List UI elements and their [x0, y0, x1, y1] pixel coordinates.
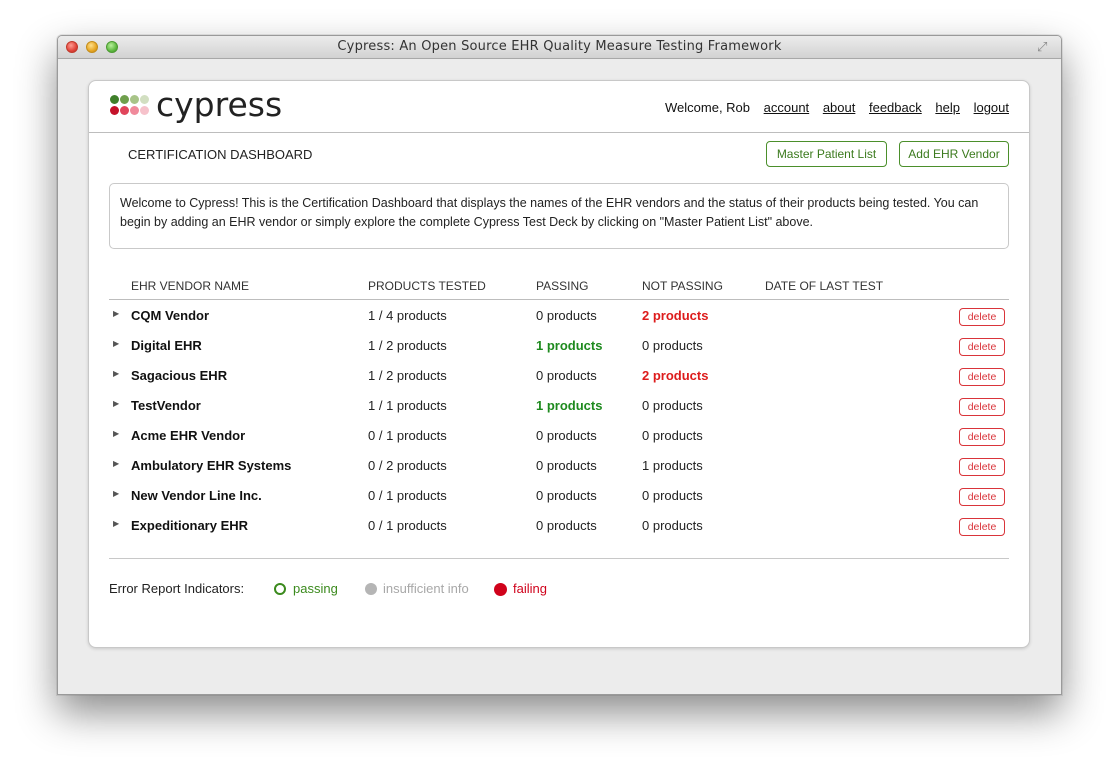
expand-row-icon[interactable]: ▶ — [113, 369, 119, 378]
page-title: CERTIFICATION DASHBOARD — [128, 147, 313, 162]
col-passing: PASSING — [536, 279, 589, 293]
table-row[interactable]: ▶ CQM Vendor 1 / 4 products 0 products 2 pro… — [109, 300, 1009, 330]
page-card: cypress Welcome, Rob account about feedb… — [88, 80, 1030, 648]
delete-vendor-button[interactable]: delete — [959, 428, 1005, 446]
not-passing-count: 0 products — [642, 338, 703, 353]
section-divider — [109, 558, 1009, 559]
col-products-tested: PRODUCTS TESTED — [368, 279, 486, 293]
table-row[interactable]: ▶ New Vendor Line Inc. 0 / 1 products 0 pro… — [109, 480, 1009, 510]
products-tested: 1 / 4 products — [368, 308, 447, 323]
passing-count: 0 products — [536, 368, 597, 383]
nav-help[interactable]: help — [935, 100, 960, 115]
not-passing-count: 0 products — [642, 518, 703, 533]
window-titlebar: Cypress: An Open Source EHR Quality Meas… — [58, 36, 1061, 59]
legend-passing: passing — [293, 581, 338, 596]
add-ehr-vendor-button[interactable]: Add EHR Vendor — [899, 141, 1009, 167]
products-tested: 1 / 2 products — [368, 338, 447, 353]
passing-indicator-icon — [274, 583, 286, 595]
delete-vendor-button[interactable]: delete — [959, 368, 1005, 386]
window-title: Cypress: An Open Source EHR Quality Meas… — [337, 39, 782, 54]
expand-row-icon[interactable]: ▶ — [113, 309, 119, 318]
vendor-table: EHR VENDOR NAME PRODUCTS TESTED PASSING … — [109, 277, 1009, 540]
nav-account[interactable]: account — [764, 100, 810, 115]
vendor-name[interactable]: CQM Vendor — [131, 308, 209, 323]
welcome-text: Welcome, Rob — [665, 100, 751, 115]
products-tested: 1 / 1 products — [368, 398, 447, 413]
table-row[interactable]: ▶ Ambulatory EHR Systems 0 / 2 products 0 p… — [109, 450, 1009, 480]
delete-vendor-button[interactable]: delete — [959, 398, 1005, 416]
products-tested: 0 / 2 products — [368, 458, 447, 473]
products-tested: 0 / 1 products — [368, 488, 447, 503]
delete-vendor-button[interactable]: delete — [959, 458, 1005, 476]
vendor-name[interactable]: Sagacious EHR — [131, 368, 227, 383]
table-row[interactable]: ▶ Expeditionary EHR 0 / 1 products 0 produc… — [109, 510, 1009, 540]
not-passing-count: 1 products — [642, 458, 703, 473]
nav-about[interactable]: about — [823, 100, 856, 115]
passing-count: 0 products — [536, 428, 597, 443]
not-passing-count: 2 products — [642, 368, 709, 383]
nav-logout[interactable]: logout — [974, 100, 1009, 115]
table-row[interactable]: ▶ Sagacious EHR 1 / 2 products 0 products 2 … — [109, 360, 1009, 390]
table-body: ▶ CQM Vendor 1 / 4 products 0 products 2 pro… — [109, 300, 1009, 540]
table-row[interactable]: ▶ Digital EHR 1 / 2 products 1 products 0 pr… — [109, 330, 1009, 360]
expand-row-icon[interactable]: ▶ — [113, 459, 119, 468]
delete-vendor-button[interactable]: delete — [959, 308, 1005, 326]
not-passing-count: 0 products — [642, 398, 703, 413]
fullscreen-icon[interactable]: ⤢ — [1037, 40, 1051, 54]
vendor-name[interactable]: New Vendor Line Inc. — [131, 488, 262, 503]
passing-count: 0 products — [536, 308, 597, 323]
not-passing-count: 0 products — [642, 428, 703, 443]
logo-text: cypress — [156, 85, 283, 124]
products-tested: 1 / 2 products — [368, 368, 447, 383]
failing-indicator-icon — [494, 583, 507, 596]
products-tested: 0 / 1 products — [368, 428, 447, 443]
vendor-name[interactable]: Expeditionary EHR — [131, 518, 248, 533]
legend-label: Error Report Indicators: — [109, 581, 245, 596]
table-row[interactable]: ▶ Acme EHR Vendor 0 / 1 products 0 products… — [109, 420, 1009, 450]
expand-row-icon[interactable]: ▶ — [113, 429, 119, 438]
table-header: EHR VENDOR NAME PRODUCTS TESTED PASSING … — [109, 277, 1009, 300]
expand-row-icon[interactable]: ▶ — [113, 519, 119, 528]
delete-vendor-button[interactable]: delete — [959, 518, 1005, 536]
insufficient-indicator-icon — [365, 583, 377, 595]
nav-feedback[interactable]: feedback — [869, 100, 922, 115]
delete-vendor-button[interactable]: delete — [959, 488, 1005, 506]
table-row[interactable]: ▶ TestVendor 1 / 1 products 1 products 0 pro… — [109, 390, 1009, 420]
intro-message: Welcome to Cypress! This is the Certific… — [109, 183, 1009, 249]
master-patient-list-button[interactable]: Master Patient List — [766, 141, 887, 167]
legend-failing: failing — [513, 581, 547, 596]
not-passing-count: 2 products — [642, 308, 709, 323]
vendor-name[interactable]: Ambulatory EHR Systems — [131, 458, 291, 473]
expand-row-icon[interactable]: ▶ — [113, 339, 119, 348]
legend-insufficient: insufficient info — [383, 581, 469, 596]
passing-count: 1 products — [536, 338, 603, 353]
site-header: cypress Welcome, Rob account about feedb… — [89, 81, 1029, 133]
passing-count: 0 products — [536, 458, 597, 473]
col-date-last-test: DATE OF LAST TEST — [765, 279, 884, 293]
passing-count: 0 products — [536, 518, 597, 533]
expand-row-icon[interactable]: ▶ — [113, 399, 119, 408]
vendor-name[interactable]: Digital EHR — [131, 338, 202, 353]
col-not-passing: NOT PASSING — [642, 279, 723, 293]
passing-count: 0 products — [536, 488, 597, 503]
expand-row-icon[interactable]: ▶ — [113, 489, 119, 498]
delete-vendor-button[interactable]: delete — [959, 338, 1005, 356]
browser-window: Cypress: An Open Source EHR Quality Meas… — [57, 35, 1062, 695]
logo-dots-icon — [110, 95, 154, 119]
not-passing-count: 0 products — [642, 488, 703, 503]
vendor-name[interactable]: TestVendor — [131, 398, 201, 413]
vendor-name[interactable]: Acme EHR Vendor — [131, 428, 245, 443]
passing-count: 1 products — [536, 398, 603, 413]
products-tested: 0 / 1 products — [368, 518, 447, 533]
col-vendor-name: EHR VENDOR NAME — [131, 279, 250, 293]
top-nav: Welcome, Rob account about feedback help… — [655, 100, 1009, 115]
